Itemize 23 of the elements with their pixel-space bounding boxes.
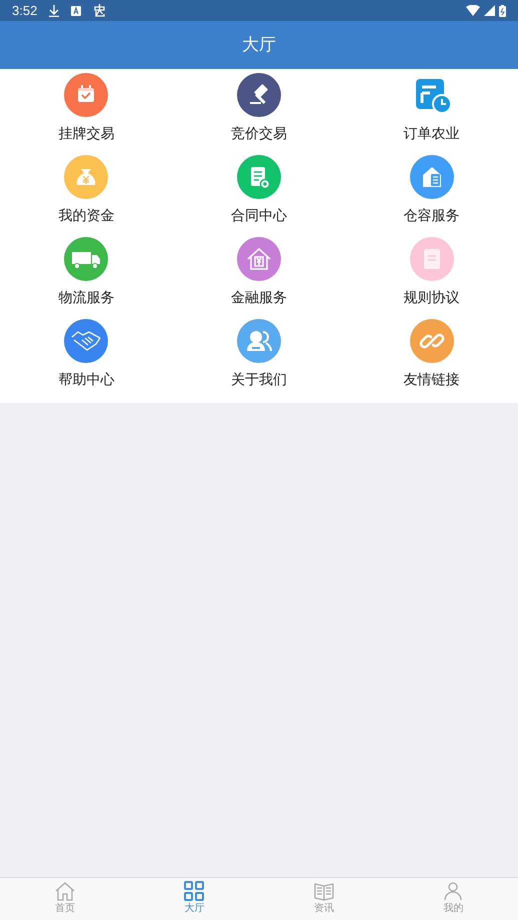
menu-item[interactable]: 我的资金: [0, 155, 173, 237]
menu-item[interactable]: 订单农业: [345, 73, 518, 155]
person-icon: [442, 880, 464, 902]
menu-item[interactable]: 金融服务: [172, 237, 346, 319]
home-icon: [54, 880, 76, 902]
menu-item[interactable]: 挂牌交易: [0, 73, 173, 155]
menu-item[interactable]: 合同中心: [172, 155, 346, 237]
notification-icon: [71, 6, 82, 16]
menu-item[interactable]: 物流服务: [0, 237, 173, 319]
page-title: 大厅: [242, 34, 276, 56]
menu-item[interactable]: 规则协议: [345, 237, 518, 319]
grid-icon: [183, 880, 206, 902]
download-icon: [49, 4, 60, 16]
menu-item[interactable]: 仓容服务: [345, 155, 518, 237]
signal-icon: [484, 5, 495, 16]
bug-icon: [93, 4, 106, 17]
menu-item[interactable]: 竞价交易: [172, 73, 346, 155]
status-time: 3:52: [12, 2, 38, 20]
battery-icon: [499, 4, 506, 16]
menu-item[interactable]: 关于我们: [172, 319, 346, 401]
menu-item[interactable]: 帮助中心: [0, 319, 173, 401]
wifi-icon: [466, 5, 480, 16]
menu-item[interactable]: 友情链接: [345, 319, 518, 401]
